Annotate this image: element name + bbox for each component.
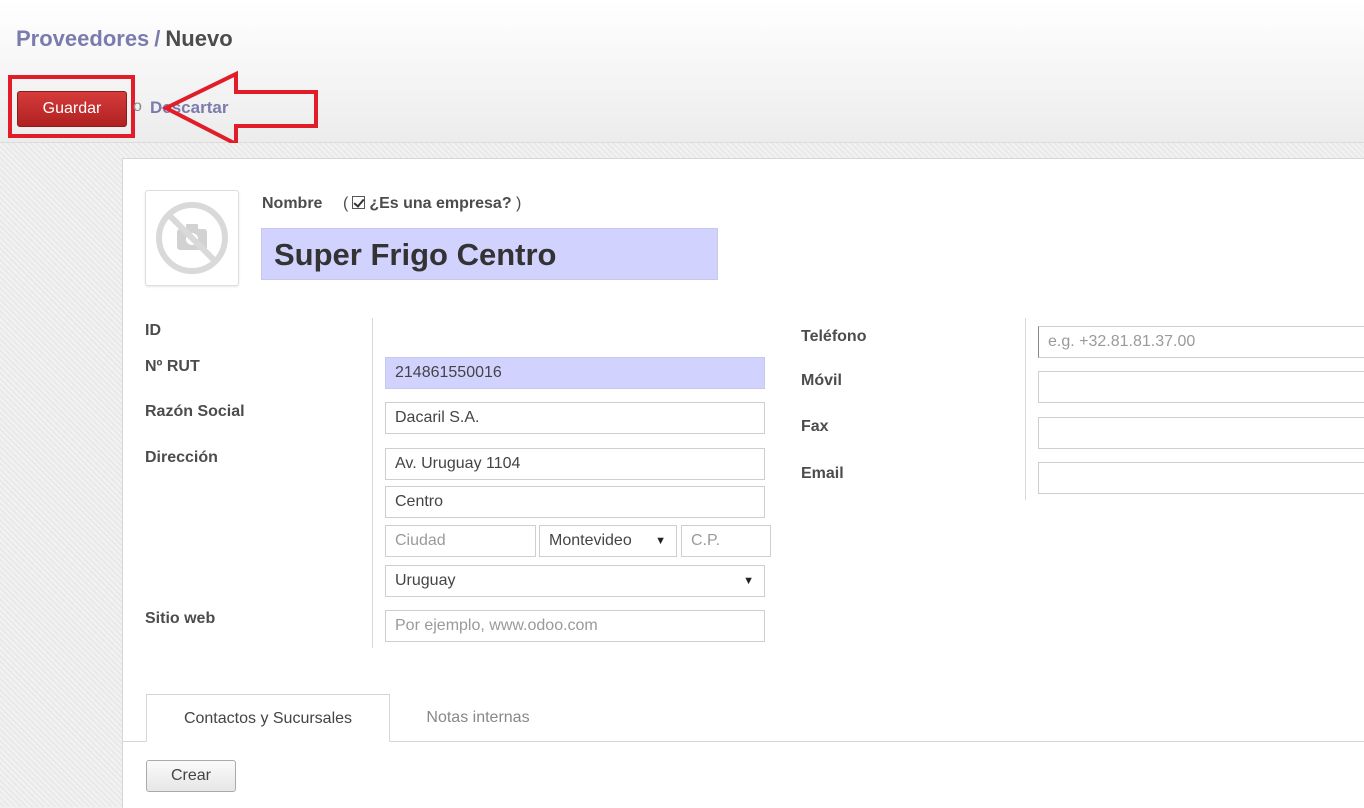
caret-down-icon: ▼ — [655, 535, 666, 547]
right-column-divider — [1025, 318, 1026, 500]
website-field[interactable]: Por ejemplo, www.odoo.com — [385, 610, 765, 642]
state-select-value: Montevideo — [549, 532, 632, 549]
zip-field[interactable]: C.P. — [681, 525, 771, 557]
rut-field[interactable]: 214861550016 — [385, 357, 765, 389]
or-separator-text: o — [133, 98, 142, 115]
is-company-checkbox[interactable] — [352, 196, 366, 209]
country-select[interactable]: Uruguay ▼ — [385, 565, 765, 597]
create-button[interactable]: Crear — [146, 760, 236, 792]
caret-down-icon: ▼ — [743, 575, 754, 587]
breadcrumb-parent-link[interactable]: Proveedores — [16, 26, 149, 51]
website-label: Sitio web — [145, 610, 216, 627]
tab-contactos-sucursales[interactable]: Contactos y Sucursales — [146, 694, 390, 742]
street-field[interactable]: Av. Uruguay 1104 — [385, 448, 765, 480]
name-input[interactable]: Super Frigo Centro — [261, 228, 718, 280]
mobile-field[interactable] — [1038, 371, 1364, 403]
razon-social-field[interactable]: Dacaril S.A. — [385, 402, 765, 434]
fax-label: Fax — [801, 418, 829, 435]
breadcrumb-current: Nuevo — [165, 26, 233, 51]
left-column-divider — [372, 318, 373, 648]
city-field[interactable]: Ciudad — [385, 525, 536, 557]
direccion-label: Dirección — [145, 449, 218, 466]
partner-avatar[interactable] — [145, 190, 239, 286]
tab-notas-internas[interactable]: Notas internas — [398, 694, 558, 742]
name-label: Nombre — [262, 195, 323, 212]
fax-field[interactable] — [1038, 417, 1364, 449]
state-select[interactable]: Montevideo ▼ — [539, 525, 677, 557]
breadcrumb-separator: / — [154, 26, 161, 51]
email-label: Email — [801, 465, 844, 482]
phone-label: Teléfono — [801, 328, 867, 345]
street2-field[interactable]: Centro — [385, 486, 765, 518]
annotation-highlight-box — [8, 75, 135, 138]
country-select-value: Uruguay — [395, 572, 456, 589]
mobile-label: Móvil — [801, 372, 842, 389]
control-panel: Proveedores / Nuevo Guardar o Descartar — [0, 0, 1364, 148]
email-field[interactable] — [1038, 462, 1364, 494]
no-photo-camera-icon — [156, 202, 228, 274]
id-label: ID — [145, 322, 161, 339]
phone-field[interactable]: e.g. +32.81.81.37.00 — [1038, 326, 1364, 358]
rut-label: Nº RUT — [145, 358, 200, 375]
razon-social-label: Razón Social — [145, 403, 245, 420]
breadcrumb: Proveedores / Nuevo — [16, 26, 233, 52]
is-company-wrapper: (¿Es una empresa? ) — [343, 195, 522, 212]
is-company-label: ¿Es una empresa? — [369, 195, 512, 212]
left-arrow-icon — [161, 70, 318, 148]
